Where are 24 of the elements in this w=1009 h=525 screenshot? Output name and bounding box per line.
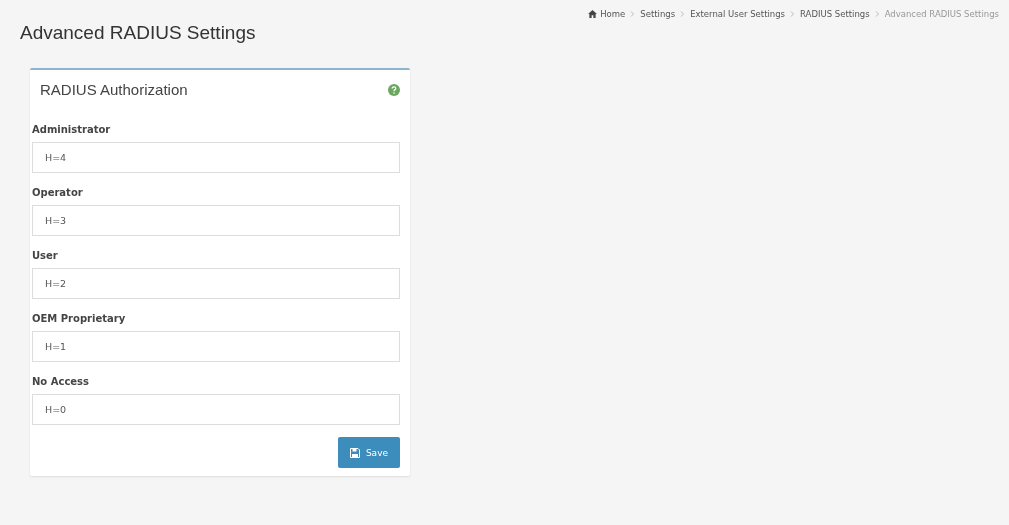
field-label: Operator: [32, 187, 84, 198]
breadcrumb-link[interactable]: External User Settings: [690, 9, 786, 19]
field-label: Administrator: [32, 124, 112, 135]
breadcrumb-current: Advanced RADIUS Settings: [884, 9, 999, 19]
input-field[interactable]: H=1: [32, 331, 400, 362]
save-button[interactable]: Save: [337, 437, 400, 468]
field-label: OEM Proprietary: [32, 313, 127, 324]
breadcrumb-link[interactable]: Home: [600, 9, 626, 19]
home-icon: [588, 10, 598, 18]
chevron-icon: [790, 11, 796, 17]
field-label: No Access: [32, 376, 90, 387]
input-field[interactable]: H=0: [32, 394, 400, 425]
chevron-icon: [874, 11, 880, 17]
breadcrumb-link[interactable]: RADIUS Settings: [800, 9, 870, 19]
input-field[interactable]: H=3: [32, 205, 400, 236]
page-title: Advanced RADIUS Settings: [20, 22, 256, 44]
breadcrumb-link[interactable]: Settings: [640, 9, 676, 19]
chevron-icon: [680, 11, 686, 17]
help-icon[interactable]: [388, 83, 400, 96]
panel-title: RADIUS Authorization: [40, 81, 188, 98]
input-field[interactable]: H=2: [32, 268, 400, 299]
input-field[interactable]: H=4: [32, 142, 400, 173]
chevron-icon: [630, 11, 636, 17]
field-label: User: [32, 250, 59, 261]
